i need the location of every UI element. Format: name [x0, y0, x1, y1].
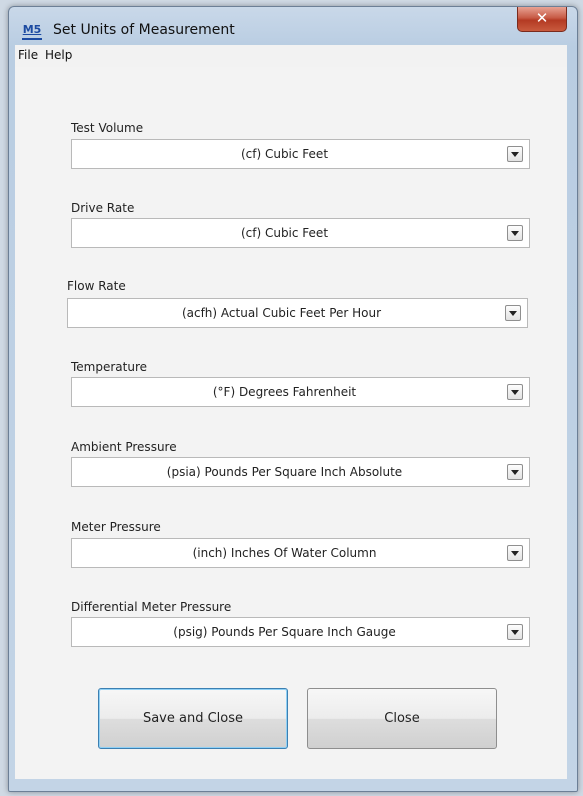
drive-rate-value: (cf) Cubic Feet: [240, 226, 329, 240]
meter-pressure-label: Meter Pressure: [71, 520, 161, 534]
test-volume-dropdown-button[interactable]: [507, 146, 523, 162]
differential-meter-pressure-label: Differential Meter Pressure: [71, 600, 232, 614]
flow-rate-dropdown-button[interactable]: [505, 305, 521, 321]
chevron-down-icon: [511, 389, 519, 395]
ambient-pressure-dropdown-button[interactable]: [507, 464, 523, 480]
meter-pressure-select[interactable]: (inch) Inches Of Water Column: [71, 538, 530, 568]
window-title: Set Units of Measurement: [53, 22, 235, 38]
meter-pressure-value: (inch) Inches Of Water Column: [192, 546, 377, 560]
temperature-value: (°F) Degrees Fahrenheit: [212, 385, 357, 399]
test-volume-value: (cf) Cubic Feet: [240, 147, 329, 161]
ambient-pressure-select[interactable]: (psia) Pounds Per Square Inch Absolute: [71, 457, 530, 487]
drive-rate-label: Drive Rate: [71, 201, 135, 215]
dialog-window: M5 Set Units of Measurement ✕ File Help …: [8, 6, 578, 792]
app-icon: M5: [22, 22, 42, 40]
differential-meter-pressure-value: (psig) Pounds Per Square Inch Gauge: [173, 625, 396, 639]
close-window-button[interactable]: ✕: [517, 7, 567, 32]
chevron-down-icon: [511, 550, 519, 556]
temperature-select[interactable]: (°F) Degrees Fahrenheit: [71, 377, 530, 407]
form-area: Test Volume (cf) Cubic Feet Drive Rate (…: [15, 67, 567, 779]
flow-rate-label: Flow Rate: [67, 279, 126, 293]
temperature-label: Temperature: [71, 360, 148, 374]
flow-rate-value: (acfh) Actual Cubic Feet Per Hour: [181, 306, 382, 320]
save-and-close-button[interactable]: Save and Close: [98, 688, 288, 749]
ambient-pressure-label: Ambient Pressure: [71, 440, 177, 454]
chevron-down-icon: [511, 629, 519, 635]
differential-meter-pressure-dropdown-button[interactable]: [507, 624, 523, 640]
title-bar[interactable]: M5 Set Units of Measurement ✕: [9, 7, 577, 41]
test-volume-label: Test Volume: [71, 121, 144, 135]
menu-file[interactable]: File: [18, 48, 38, 62]
test-volume-select[interactable]: (cf) Cubic Feet: [71, 139, 530, 169]
temperature-dropdown-button[interactable]: [507, 384, 523, 400]
close-button[interactable]: Close: [307, 688, 497, 749]
menu-help[interactable]: Help: [45, 48, 72, 62]
close-icon: ✕: [535, 9, 549, 27]
chevron-down-icon: [509, 310, 517, 316]
menu-bar: File Help: [15, 45, 567, 68]
ambient-pressure-value: (psia) Pounds Per Square Inch Absolute: [166, 465, 403, 479]
chevron-down-icon: [511, 469, 519, 475]
chevron-down-icon: [511, 230, 519, 236]
meter-pressure-dropdown-button[interactable]: [507, 545, 523, 561]
drive-rate-dropdown-button[interactable]: [507, 225, 523, 241]
chevron-down-icon: [511, 151, 519, 157]
differential-meter-pressure-select[interactable]: (psig) Pounds Per Square Inch Gauge: [71, 617, 530, 647]
flow-rate-select[interactable]: (acfh) Actual Cubic Feet Per Hour: [67, 298, 528, 328]
drive-rate-select[interactable]: (cf) Cubic Feet: [71, 218, 530, 248]
